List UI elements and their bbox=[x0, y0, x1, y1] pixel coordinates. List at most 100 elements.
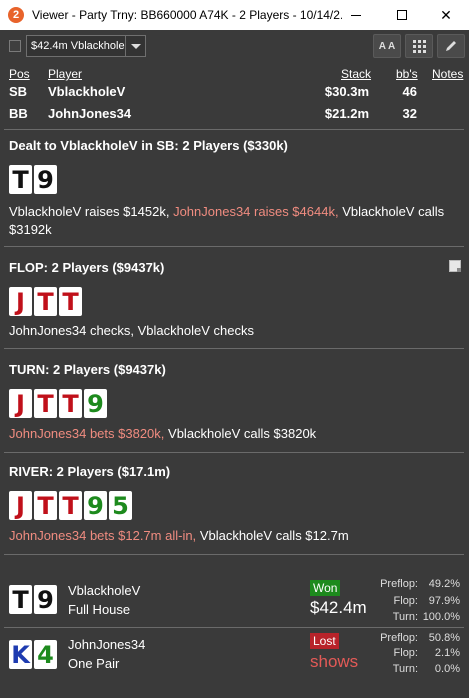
toolbar: $42.4m Vblackhole A A bbox=[0, 30, 469, 62]
grid-view-button[interactable] bbox=[405, 34, 433, 58]
window-title: Viewer - Party Trny: BB660000 A74K - 2 P… bbox=[32, 8, 342, 22]
card: 5 bbox=[109, 491, 132, 520]
equity-label: Preflop: bbox=[380, 632, 418, 644]
card: J bbox=[9, 287, 32, 316]
card: T bbox=[59, 491, 82, 520]
divider bbox=[4, 627, 464, 628]
turn-cards: J T T 9 bbox=[9, 389, 109, 418]
equity-label: Flop: bbox=[393, 595, 418, 607]
divider bbox=[4, 452, 464, 453]
player-bbs: 32 bbox=[402, 106, 417, 121]
hand-checkbox[interactable] bbox=[9, 40, 21, 52]
card: T bbox=[59, 287, 82, 316]
chevron-down-icon bbox=[130, 43, 141, 49]
card: T bbox=[34, 287, 57, 316]
player-stack: $21.2m bbox=[324, 106, 369, 121]
card: T bbox=[34, 389, 57, 418]
turn-title: TURN: 2 Players ($9437k) bbox=[9, 362, 166, 377]
divider bbox=[4, 348, 464, 349]
result-player-name[interactable]: JohnJones34 bbox=[68, 637, 145, 652]
divider bbox=[4, 554, 464, 555]
flop-cards: J T T bbox=[9, 287, 84, 316]
lost-badge: Lost bbox=[310, 633, 339, 649]
action-text: VblackholeV calls bbox=[342, 204, 445, 219]
player-name[interactable]: VblackholeV bbox=[48, 84, 125, 99]
action-text-aggressive: JohnJones34 bets $12.7m all-in, bbox=[9, 528, 197, 543]
result-player-name[interactable]: VblackholeV bbox=[68, 583, 140, 598]
edit-button[interactable] bbox=[437, 34, 465, 58]
result-hand-name: One Pair bbox=[68, 656, 120, 671]
action-text: VblackholeV raises $1452k, bbox=[9, 204, 170, 219]
result-cards: T 9 bbox=[9, 585, 59, 614]
player-pos: BB bbox=[9, 106, 28, 121]
grid-icon bbox=[412, 39, 426, 53]
close-icon: ✕ bbox=[440, 6, 452, 23]
flop-title: FLOP: 2 Players ($9437k) bbox=[9, 260, 165, 275]
action-text-aggressive: JohnJones34 raises $4644k, bbox=[173, 204, 339, 219]
result-amount: $42.4m bbox=[310, 598, 367, 617]
equity-value: 0.0% bbox=[434, 663, 460, 675]
minimize-button[interactable] bbox=[333, 0, 379, 30]
equity-label: Flop: bbox=[393, 647, 418, 659]
equity-label: Turn: bbox=[392, 663, 418, 675]
card: T bbox=[9, 585, 32, 614]
dropdown-arrow-button[interactable] bbox=[125, 36, 145, 56]
player-stack: $30.3m bbox=[324, 84, 369, 99]
app-logo-icon: 2 bbox=[8, 7, 24, 23]
card: 4 bbox=[34, 640, 57, 669]
card: 9 bbox=[84, 389, 107, 418]
header-player[interactable]: Player bbox=[48, 67, 82, 81]
close-button[interactable]: ✕ bbox=[423, 0, 469, 30]
equity-value: 97.9% bbox=[428, 595, 460, 607]
hole-cards: T 9 bbox=[9, 165, 59, 194]
action-text: VblackholeV calls $12.7m bbox=[199, 528, 349, 543]
font-size-button[interactable]: A A bbox=[373, 34, 401, 58]
header-notes[interactable]: Notes bbox=[432, 67, 463, 81]
card: T bbox=[59, 389, 82, 418]
maximize-button[interactable] bbox=[379, 0, 425, 30]
equity-value: 100.0% bbox=[422, 611, 460, 623]
card: J bbox=[9, 491, 32, 520]
action-text: $3192k bbox=[9, 222, 52, 237]
font-size-icon: A A bbox=[378, 40, 396, 52]
won-badge: Won bbox=[310, 580, 341, 596]
result-hand-name: Full House bbox=[68, 602, 131, 617]
header-bbs[interactable]: bb's bbox=[396, 67, 418, 81]
result-amount: shows bbox=[310, 652, 359, 671]
flop-actions: JohnJones34 checks, VblackholeV checks bbox=[9, 323, 254, 338]
hand-select[interactable]: $42.4m Vblackhole bbox=[26, 35, 146, 57]
title-bar: 2 Viewer - Party Trny: BB660000 A74K - 2… bbox=[0, 0, 469, 30]
divider bbox=[4, 129, 464, 130]
card: T bbox=[34, 491, 57, 520]
action-text: VblackholeV calls $3820k bbox=[168, 426, 317, 441]
preflop-title: Dealt to VblackholeV in SB: 2 Players ($… bbox=[9, 138, 288, 153]
river-actions: JohnJones34 bets $12.7m all-in, Vblackho… bbox=[9, 527, 349, 545]
equity-value: 49.2% bbox=[428, 578, 460, 590]
action-text-aggressive: JohnJones34 bets $3820k, bbox=[9, 426, 165, 441]
pencil-icon bbox=[446, 41, 456, 51]
card: 9 bbox=[34, 585, 57, 614]
equity-label: Preflop: bbox=[380, 578, 418, 590]
player-name[interactable]: JohnJones34 bbox=[48, 106, 131, 121]
divider bbox=[4, 246, 464, 247]
player-bbs: 46 bbox=[402, 84, 417, 99]
result-cards: K 4 bbox=[9, 640, 59, 669]
header-stack[interactable]: Stack bbox=[341, 67, 371, 81]
player-pos: SB bbox=[9, 84, 28, 99]
preflop-actions: VblackholeV raises $1452k, JohnJones34 r… bbox=[9, 203, 459, 239]
card: K bbox=[9, 640, 32, 669]
maximize-icon bbox=[397, 10, 407, 20]
equity-value: 2.1% bbox=[434, 647, 460, 659]
river-title: RIVER: 2 Players ($17.1m) bbox=[9, 464, 171, 479]
hand-select-value: $42.4m Vblackhole bbox=[31, 40, 125, 52]
river-cards: J T T 9 5 bbox=[9, 491, 134, 520]
card: J bbox=[9, 389, 32, 418]
card: 9 bbox=[34, 165, 57, 194]
equity-value: 50.8% bbox=[428, 632, 460, 644]
equity-label: Turn: bbox=[392, 611, 418, 623]
note-icon[interactable] bbox=[449, 260, 461, 272]
minimize-icon bbox=[351, 14, 361, 16]
header-pos[interactable]: Pos bbox=[9, 67, 30, 81]
card: 9 bbox=[84, 491, 107, 520]
card: T bbox=[9, 165, 32, 194]
